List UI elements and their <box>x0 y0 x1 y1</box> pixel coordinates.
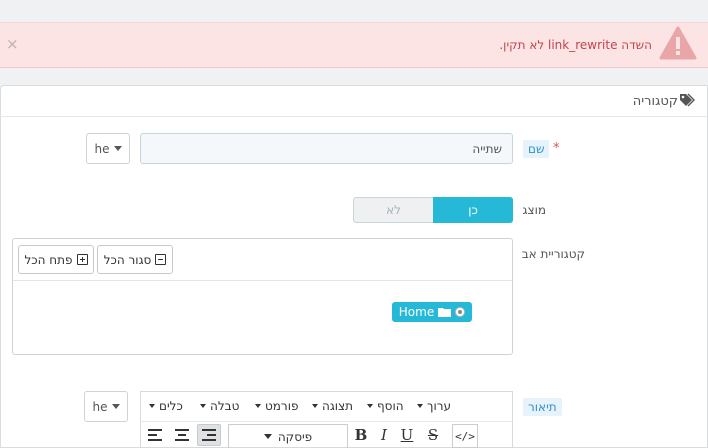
menu-label: ערוך <box>427 399 451 413</box>
menu-table[interactable]: טבלה <box>200 399 239 413</box>
caret-down-icon <box>149 404 155 408</box>
menu-label: תצוגה <box>322 399 354 413</box>
description-language-dropdown[interactable]: he <box>84 391 128 422</box>
italic-button[interactable]: I <box>372 424 396 446</box>
menu-label: פורמט <box>265 399 299 413</box>
format-select-value: פיסקה <box>277 429 313 444</box>
language-code: he <box>92 399 108 414</box>
menu-edit[interactable]: ערוך <box>417 399 451 413</box>
align-center-icon <box>175 429 189 441</box>
alert-close-button[interactable]: × <box>6 37 19 52</box>
align-right-icon <box>202 429 216 441</box>
description-label: תיאור <box>523 398 562 416</box>
expand-all-label: פתח הכל <box>24 252 73 267</box>
top-bar <box>0 0 708 22</box>
folder-icon <box>438 308 452 317</box>
parent-category-label: קטגוריית אב <box>521 247 585 261</box>
paragraph-format-select[interactable]: פיסקה <box>228 424 348 448</box>
caret-down-icon <box>263 434 272 439</box>
align-left-icon <box>148 429 162 441</box>
language-code: he <box>94 141 110 156</box>
bold-button[interactable]: B <box>349 424 373 446</box>
alert-message: השדה link_rewrite לא תקין. <box>499 38 652 52</box>
toggle-no-option[interactable]: לא <box>354 198 433 222</box>
shown-label: מוצג <box>522 203 546 217</box>
name-language-dropdown[interactable]: he <box>86 133 130 164</box>
caret-down-icon <box>417 404 423 408</box>
align-center-button[interactable] <box>170 424 194 446</box>
menu-view[interactable]: תצוגה <box>312 399 353 413</box>
align-right-button[interactable] <box>197 424 221 446</box>
caret-down-icon <box>200 404 206 408</box>
source-code-button[interactable]: </> <box>452 424 478 448</box>
menu-label: הוסף <box>377 399 404 413</box>
name-label: שם <box>523 140 550 158</box>
minus-square-icon <box>155 254 167 265</box>
plus-square-icon <box>76 254 88 265</box>
caret-down-icon <box>255 404 261 408</box>
caret-down-icon <box>113 146 122 151</box>
underline-button[interactable]: U <box>395 424 419 446</box>
menu-format[interactable]: פורמט <box>255 399 298 413</box>
caret-down-icon <box>312 404 318 408</box>
collapse-all-button[interactable]: סגור הכל <box>97 245 173 274</box>
collapse-all-label: סגור הכל <box>103 252 152 267</box>
menu-label: טבלה <box>210 399 240 413</box>
warning-icon <box>659 26 697 60</box>
expand-all-button[interactable]: פתח הכל <box>18 245 94 274</box>
tree-node-label: Home <box>398 305 435 319</box>
align-left-button[interactable] <box>143 424 167 446</box>
caret-down-icon <box>111 404 120 409</box>
toggle-yes-option[interactable]: כן <box>433 197 513 223</box>
required-mark: * <box>553 141 560 156</box>
strikethrough-button[interactable]: S <box>421 424 445 446</box>
tree-node-home[interactable]: Home <box>392 302 472 322</box>
selected-radio-icon[interactable] <box>455 307 466 317</box>
menu-label: כלים <box>159 399 183 413</box>
panel-title: קטגוריה <box>632 94 678 109</box>
tag-icon <box>680 93 695 107</box>
panel-header <box>0 86 707 117</box>
name-input[interactable] <box>140 133 513 164</box>
menu-insert[interactable]: הוסף <box>367 399 404 413</box>
menu-tools[interactable]: כלים <box>149 399 183 413</box>
caret-down-icon <box>367 404 373 408</box>
